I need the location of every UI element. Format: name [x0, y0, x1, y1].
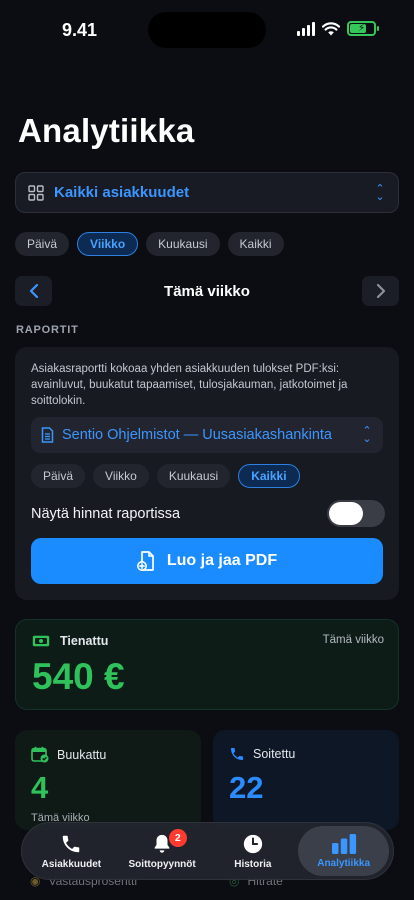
tab-historia[interactable]: Historia [208, 826, 299, 876]
period-filter: Päivä Viikko Kuukausi Kaikki [15, 232, 284, 256]
status-time: 9.41 [62, 20, 98, 40]
clock-icon [243, 834, 263, 853]
create-share-pdf-button[interactable]: Luo ja jaa PDF [31, 538, 383, 584]
show-prices-toggle[interactable] [327, 500, 385, 527]
tab-soittopyynnot-label: Soittopyynnöt [128, 858, 196, 870]
signal-icon [297, 21, 315, 36]
tab-soittopyynnot[interactable]: 2 Soittopyynnöt [117, 826, 208, 876]
show-prices-label: Näytä hinnat raportissa [31, 505, 181, 522]
period-chip-month[interactable]: Kuukausi [146, 232, 220, 256]
document-icon [41, 427, 54, 443]
tab-bar: Asiakkuudet 2 Soittopyynnöt Historia Ana… [21, 822, 394, 880]
wifi-icon [322, 21, 340, 35]
page-title: Analytiikka [18, 112, 195, 149]
called-card: Soitettu 22 [213, 730, 399, 830]
tab-historia-label: Historia [234, 858, 272, 870]
document-share-icon [136, 550, 154, 571]
battery-icon: ⚡ [347, 21, 379, 36]
week-label: Tämä viikko [164, 283, 250, 300]
status-icons: ⚡ [297, 21, 379, 36]
show-prices-row: Näytä hinnat raportissa [31, 500, 385, 527]
create-share-pdf-label: Luo ja jaa PDF [166, 552, 278, 569]
report-chip-week[interactable]: Viikko [93, 464, 149, 488]
earned-period: Tämä viikko [322, 634, 384, 646]
tab-analytiikka-label: Analytiikka [317, 857, 371, 869]
period-chip-week[interactable]: Viikko [77, 232, 139, 256]
money-icon [32, 635, 50, 647]
phone-icon [63, 835, 80, 852]
chart-icon [331, 833, 356, 854]
called-value: 22 [229, 770, 264, 805]
next-week-button[interactable] [362, 276, 399, 306]
week-nav: Tämä viikko [15, 276, 399, 306]
report-chip-all[interactable]: Kaikki [238, 464, 300, 488]
notification-badge: 2 [168, 829, 187, 847]
chevron-right-icon [376, 284, 385, 298]
earned-card: Tienattu Tämä viikko 540 € [15, 619, 399, 710]
customer-select-label: Kaikki asiakkuudet [54, 184, 190, 201]
tab-asiakkuudet-label: Asiakkuudet [41, 858, 102, 870]
period-chip-all[interactable]: Kaikki [227, 232, 284, 256]
phone-icon [231, 748, 243, 760]
period-chip-day[interactable]: Päivä [15, 232, 70, 256]
report-card: Asiakasraportti kokoaa yhden asiakkuuden… [15, 347, 399, 600]
tab-analytiikka[interactable]: Analytiikka [298, 826, 389, 876]
report-customer-select[interactable]: Sentio Ohjelmistot — Uusasiakashankinta … [31, 417, 383, 453]
report-description: Asiakasraportti kokoaa yhden asiakkuuden… [31, 363, 348, 407]
earned-value: 540 € [32, 656, 125, 697]
called-label: Soitettu [253, 747, 296, 761]
booked-label: Buukattu [57, 747, 107, 762]
calendar-check-icon [31, 746, 49, 763]
report-chip-month[interactable]: Kuukausi [156, 464, 231, 488]
dynamic-island [148, 12, 266, 48]
report-chip-day[interactable]: Päivä [31, 464, 86, 488]
report-customer-label: Sentio Ohjelmistot — Uusasiakashankinta [62, 427, 332, 443]
chevron-updown-icon: ⌃ ⌄ [362, 425, 372, 445]
booked-card: Buukattu 4 Tämä viikko [15, 730, 201, 830]
customer-select[interactable]: Kaikki asiakkuudet ⌃ ⌄ [15, 172, 399, 213]
reports-section-label: RAPORTIT [16, 324, 79, 336]
earned-label: Tienattu [60, 634, 109, 648]
chevron-updown-icon: ⌃ ⌄ [375, 182, 385, 203]
booked-value: 4 [31, 770, 49, 805]
grid-icon [28, 184, 44, 201]
tab-asiakkuudet[interactable]: Asiakkuudet [26, 826, 117, 876]
report-period-filter: Päivä Viikko Kuukausi Kaikki [31, 464, 300, 488]
status-bar: 9.41 ⚡ [0, 0, 414, 60]
